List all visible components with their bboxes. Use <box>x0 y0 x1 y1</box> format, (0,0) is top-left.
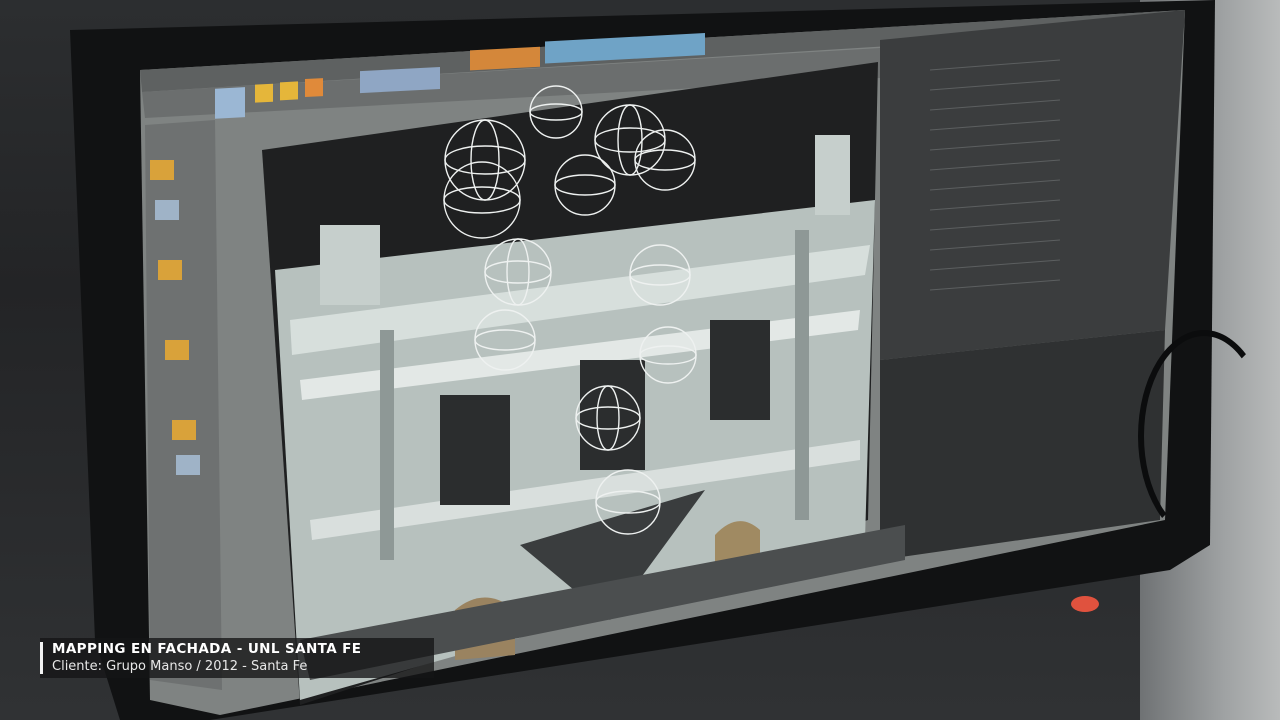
cable <box>1138 330 1270 542</box>
caption-title: MAPPING EN FACHADA - UNL SANTA FE <box>52 641 362 657</box>
monitor <box>70 0 1215 720</box>
caption-box: MAPPING EN FACHADA - UNL SANTA FE Client… <box>40 638 434 678</box>
caption-accent-bar <box>40 642 43 674</box>
power-led-icon <box>1071 596 1099 612</box>
photo-scene: MAPPING EN FACHADA - UNL SANTA FE Client… <box>0 0 1280 720</box>
caption-subtitle: Cliente: Grupo Manso / 2012 - Santa Fe <box>52 659 308 674</box>
